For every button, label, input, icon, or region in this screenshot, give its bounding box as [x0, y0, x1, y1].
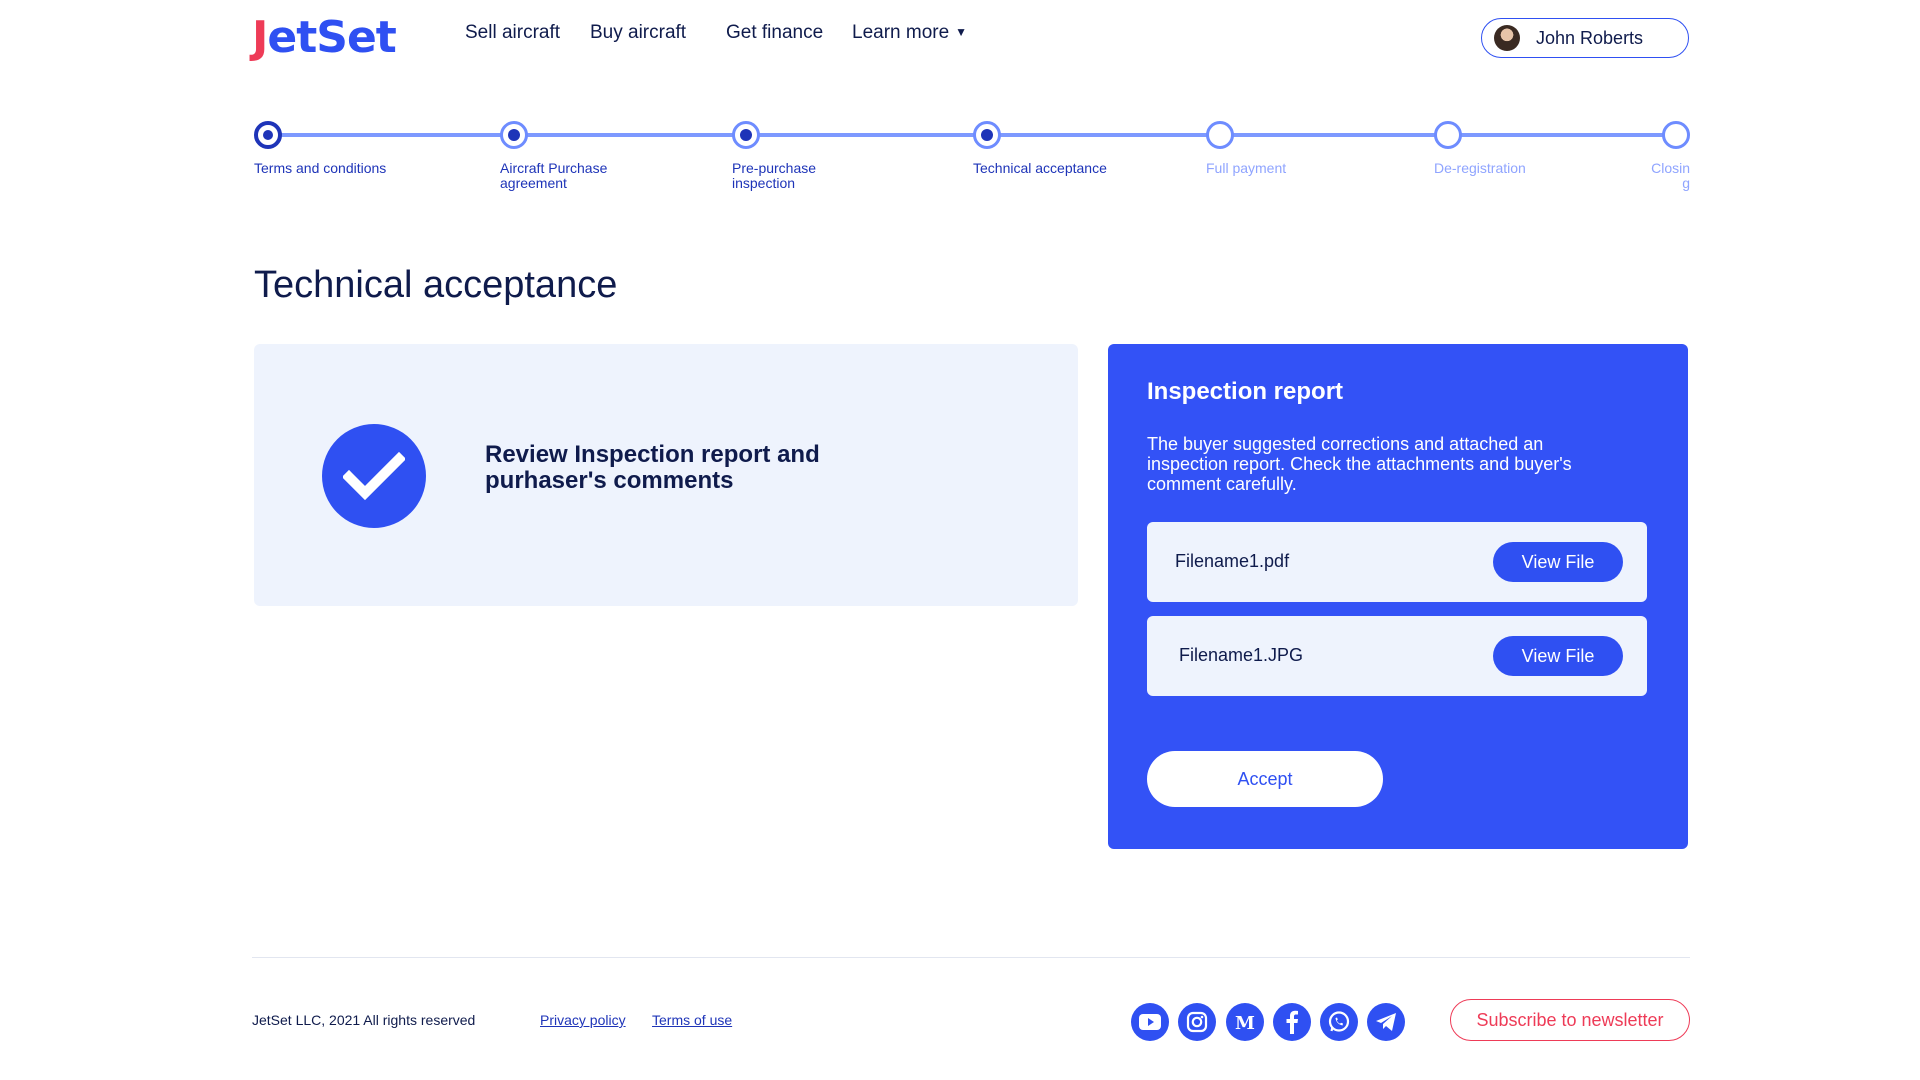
step-dot-de-registration[interactable] [1434, 121, 1462, 149]
panel-title: Inspection report [1147, 378, 1344, 405]
checkmark-icon [322, 424, 426, 528]
svg-text:M: M [1235, 1013, 1255, 1031]
step-dot-purchase-agreement[interactable] [500, 121, 528, 149]
avatar [1494, 25, 1520, 51]
user-menu-button[interactable]: John Roberts [1481, 18, 1689, 58]
page-title: Technical acceptance [254, 264, 618, 306]
step-label-technical-acceptance: Technical acceptance [973, 160, 1107, 176]
instagram-icon[interactable] [1178, 1003, 1216, 1041]
user-name: John Roberts [1536, 27, 1644, 48]
nav-learn-more[interactable]: Learn more ▼ [852, 22, 967, 44]
step-label-full-payment: Full payment [1206, 160, 1287, 176]
nav-learn-more-label: Learn more [852, 22, 950, 43]
view-file-button[interactable]: View File [1493, 636, 1623, 676]
step-label-de-registration: De-registration [1434, 160, 1526, 176]
facebook-icon[interactable] [1273, 1003, 1311, 1041]
step-label-closing: Closin g [1651, 160, 1690, 191]
telegram-icon[interactable] [1367, 1003, 1405, 1041]
step-label-terms: Terms and conditions [254, 160, 387, 176]
nav-buy-aircraft[interactable]: Buy aircraft [590, 22, 686, 44]
step-dot-closing[interactable] [1662, 121, 1690, 149]
view-file-button[interactable]: View File [1493, 542, 1623, 582]
file-row: Filename1.JPG View File [1147, 616, 1647, 696]
step-label-purchase-agreement: Aircraft Purchase agreement [500, 160, 608, 191]
step-dot-technical-acceptance[interactable] [973, 121, 1001, 149]
step-dot-full-payment[interactable] [1206, 121, 1234, 149]
medium-icon[interactable]: M [1226, 1003, 1264, 1041]
file-name: Filename1.pdf [1175, 551, 1290, 571]
subscribe-newsletter-button[interactable]: Subscribe to newsletter [1450, 999, 1690, 1041]
jetset-logo[interactable]: JetSet [252, 12, 397, 63]
step-dot-terms[interactable] [254, 121, 282, 149]
step-dot-pre-purchase[interactable] [732, 121, 760, 149]
footer-divider [252, 957, 1690, 958]
progress-stepper: Terms and conditions Aircraft Purchase a… [0, 118, 1920, 208]
panel-description: The buyer suggested corrections and atta… [1147, 434, 1572, 494]
stepper-track [268, 133, 1674, 137]
whatsapp-icon[interactable] [1320, 1003, 1358, 1041]
terms-of-use-link[interactable]: Terms of use [652, 1012, 732, 1028]
inspection-report-panel: Inspection report The buyer suggested co… [1108, 344, 1688, 849]
logo-letter-j: J [252, 12, 268, 63]
logo-text: etSet [267, 12, 396, 63]
privacy-policy-link[interactable]: Privacy policy [540, 1012, 626, 1028]
file-name: Filename1.JPG [1179, 645, 1304, 665]
accept-button[interactable]: Accept [1147, 751, 1383, 807]
file-row: Filename1.pdf View File [1147, 522, 1647, 602]
youtube-icon[interactable] [1131, 1003, 1169, 1041]
nav-sell-aircraft[interactable]: Sell aircraft [465, 22, 560, 44]
copyright-text: JetSet LLC, 2021 All rights reserved [252, 1012, 476, 1028]
nav-get-finance[interactable]: Get finance [726, 22, 823, 44]
review-card: Review Inspection report and purhaser's … [254, 344, 1078, 606]
chevron-down-icon: ▼ [955, 25, 968, 39]
step-label-pre-purchase: Pre-purchase inspection [732, 160, 817, 191]
review-instruction: Review Inspection report and purhaser's … [485, 441, 820, 494]
